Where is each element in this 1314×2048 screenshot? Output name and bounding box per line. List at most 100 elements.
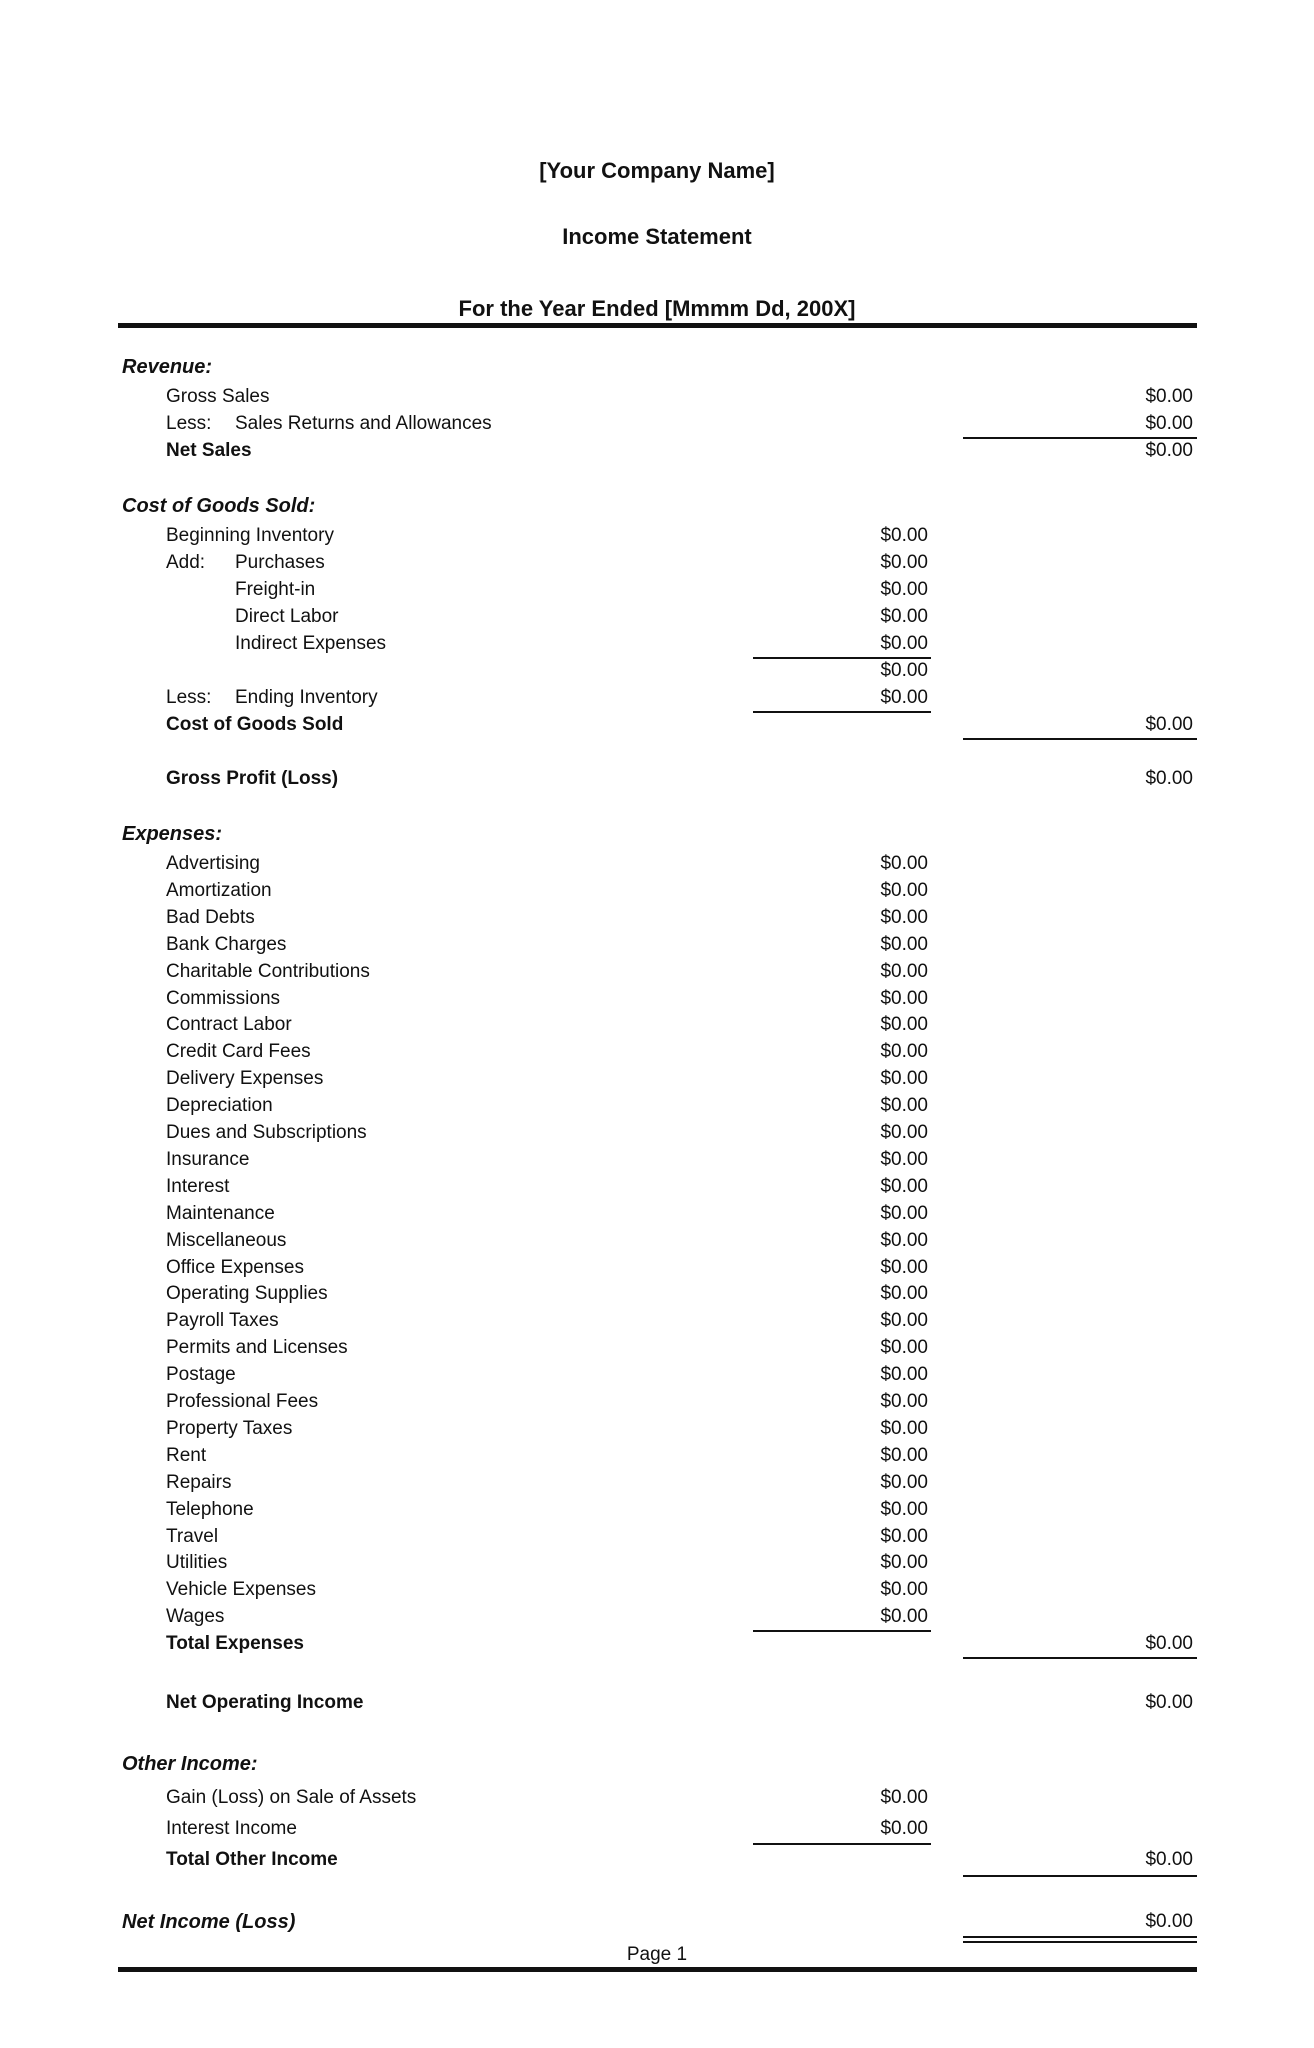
expense-item-label: Charitable Contributions bbox=[166, 961, 370, 982]
returns-prefix: Less: bbox=[166, 413, 212, 434]
expense-item-label: Travel bbox=[166, 1526, 219, 1547]
expense-item-amount: $0.00 bbox=[880, 988, 928, 1009]
cogs-total-amount: $0.00 bbox=[1145, 714, 1193, 735]
total-other-income-rule bbox=[963, 1875, 1197, 1877]
expense-item-label: Vehicle Expenses bbox=[166, 1579, 316, 1600]
cogs-add-item-amount: $0.00 bbox=[880, 606, 928, 627]
beginning-inventory-label: Beginning Inventory bbox=[166, 525, 334, 546]
total-expenses-amount: $0.00 bbox=[1145, 1633, 1193, 1654]
ending-inventory-rule bbox=[753, 711, 931, 713]
expense-item-label: Office Expenses bbox=[166, 1257, 305, 1278]
expense-item-amount: $0.00 bbox=[880, 880, 928, 901]
expense-item-label: Permits and Licenses bbox=[166, 1337, 348, 1358]
returns-amount: $0.00 bbox=[1145, 413, 1193, 434]
expense-item-amount: $0.00 bbox=[880, 934, 928, 955]
expense-item-amount: $0.00 bbox=[880, 1526, 928, 1547]
other-income-rule bbox=[753, 1843, 931, 1845]
expense-item-amount: $0.00 bbox=[880, 1310, 928, 1331]
total-other-income-label: Total Other Income bbox=[166, 1849, 338, 1870]
cogs-total-rule bbox=[963, 738, 1197, 740]
expense-item-label: Operating Supplies bbox=[166, 1283, 328, 1304]
cogs-add-item-amount: $0.00 bbox=[880, 579, 928, 600]
other-income-amount: $0.00 bbox=[880, 1787, 928, 1808]
cogs-add-item-label: Freight-in bbox=[235, 579, 316, 600]
page-number: Page 1 bbox=[626, 1944, 688, 1965]
net-income-double-rule-bottom bbox=[963, 1941, 1197, 1943]
cogs-add-item-label: Direct Labor bbox=[235, 606, 339, 627]
expense-item-amount: $0.00 bbox=[880, 1579, 928, 1600]
expense-item-amount: $0.00 bbox=[880, 1149, 928, 1170]
revenue-heading: Revenue: bbox=[122, 356, 213, 378]
gross-profit-label: Gross Profit (Loss) bbox=[166, 768, 339, 789]
expense-item-amount: $0.00 bbox=[880, 1391, 928, 1412]
returns-label: Sales Returns and Allowances bbox=[235, 413, 492, 434]
expense-item-label: Bank Charges bbox=[166, 934, 287, 955]
footer-rule bbox=[118, 1967, 1197, 1972]
expense-item-label: Miscellaneous bbox=[166, 1230, 287, 1251]
cogs-heading: Cost of Goods Sold: bbox=[122, 495, 316, 517]
net-income-amount: $0.00 bbox=[1145, 1911, 1193, 1932]
expense-item-amount: $0.00 bbox=[880, 1283, 928, 1304]
beginning-inventory-amount: $0.00 bbox=[880, 525, 928, 546]
other-income-item: Gain (Loss) on Sale of Assets bbox=[166, 1787, 417, 1808]
expense-item-amount: $0.00 bbox=[880, 1068, 928, 1089]
expense-item-label: Commissions bbox=[166, 988, 281, 1009]
net-income-label: Net Income (Loss) bbox=[122, 1911, 296, 1933]
expense-item-amount: $0.00 bbox=[880, 1552, 928, 1573]
cogs-add-item-label: Indirect Expenses bbox=[235, 633, 387, 654]
expense-item-label: Delivery Expenses bbox=[166, 1068, 324, 1089]
expenses-heading: Expenses: bbox=[122, 823, 223, 845]
expense-item-amount: $0.00 bbox=[880, 853, 928, 874]
net-operating-income-amount: $0.00 bbox=[1145, 1692, 1193, 1713]
net-operating-income-label: Net Operating Income bbox=[166, 1692, 364, 1713]
cogs-subtotal-rule bbox=[753, 657, 931, 659]
expense-item-amount: $0.00 bbox=[880, 1122, 928, 1143]
expense-item-amount: $0.00 bbox=[880, 1203, 928, 1224]
statement-title: Income Statement bbox=[562, 224, 752, 249]
expense-item-label: Advertising bbox=[166, 853, 260, 874]
expense-item-label: Rent bbox=[166, 1445, 207, 1466]
revenue-underline bbox=[963, 437, 1197, 439]
cogs-add-item-amount: $0.00 bbox=[880, 633, 928, 654]
expense-item-label: Wages bbox=[166, 1606, 225, 1627]
expense-item-amount: $0.00 bbox=[880, 1445, 928, 1466]
expense-item-label: Bad Debts bbox=[166, 907, 255, 928]
net-sales-label: Net Sales bbox=[166, 440, 252, 461]
expense-item-amount: $0.00 bbox=[880, 1364, 928, 1385]
header-rule bbox=[118, 323, 1197, 328]
company-name: [Your Company Name] bbox=[539, 158, 775, 183]
expense-item-label: Depreciation bbox=[166, 1095, 273, 1116]
expense-item-label: Telephone bbox=[166, 1499, 254, 1520]
expense-item-amount: $0.00 bbox=[880, 1014, 928, 1035]
ending-inventory-label: Ending Inventory bbox=[235, 687, 378, 708]
expense-item-label: Payroll Taxes bbox=[166, 1310, 279, 1331]
expense-item-label: Maintenance bbox=[166, 1203, 275, 1224]
expense-item-amount: $0.00 bbox=[880, 1257, 928, 1278]
expense-item-amount: $0.00 bbox=[880, 1176, 928, 1197]
expense-item-amount: $0.00 bbox=[880, 1041, 928, 1062]
expense-item-label: Dues and Subscriptions bbox=[166, 1122, 367, 1143]
expense-item-label: Postage bbox=[166, 1364, 236, 1385]
other-income-heading: Other Income: bbox=[122, 1753, 258, 1775]
other-income-amount: $0.00 bbox=[880, 1818, 928, 1839]
gross-sales-amount: $0.00 bbox=[1145, 386, 1193, 407]
statement-period: For the Year Ended [Mmmm Dd, 200X] bbox=[458, 296, 856, 321]
expense-item-amount: $0.00 bbox=[880, 1472, 928, 1493]
gross-profit-amount: $0.00 bbox=[1145, 768, 1193, 789]
total-other-income-amount: $0.00 bbox=[1145, 1849, 1193, 1870]
expense-item-amount: $0.00 bbox=[880, 1337, 928, 1358]
total-expenses-rule bbox=[963, 1657, 1197, 1659]
expense-item-amount: $0.00 bbox=[880, 1230, 928, 1251]
net-sales-amount: $0.00 bbox=[1145, 440, 1193, 461]
cogs-add-item-amount: $0.00 bbox=[880, 552, 928, 573]
expense-item-amount: $0.00 bbox=[880, 1606, 928, 1627]
expenses-subtotal-rule bbox=[753, 1630, 931, 1632]
expense-item-amount: $0.00 bbox=[880, 907, 928, 928]
expense-item-label: Interest bbox=[166, 1176, 230, 1197]
net-income-double-rule-top bbox=[963, 1936, 1197, 1938]
ending-inventory-amount: $0.00 bbox=[880, 687, 928, 708]
cogs-add-item-label: Purchases bbox=[235, 552, 325, 573]
expense-item-amount: $0.00 bbox=[880, 1499, 928, 1520]
expense-item-label: Credit Card Fees bbox=[166, 1041, 311, 1062]
expense-item-label: Utilities bbox=[166, 1552, 228, 1573]
